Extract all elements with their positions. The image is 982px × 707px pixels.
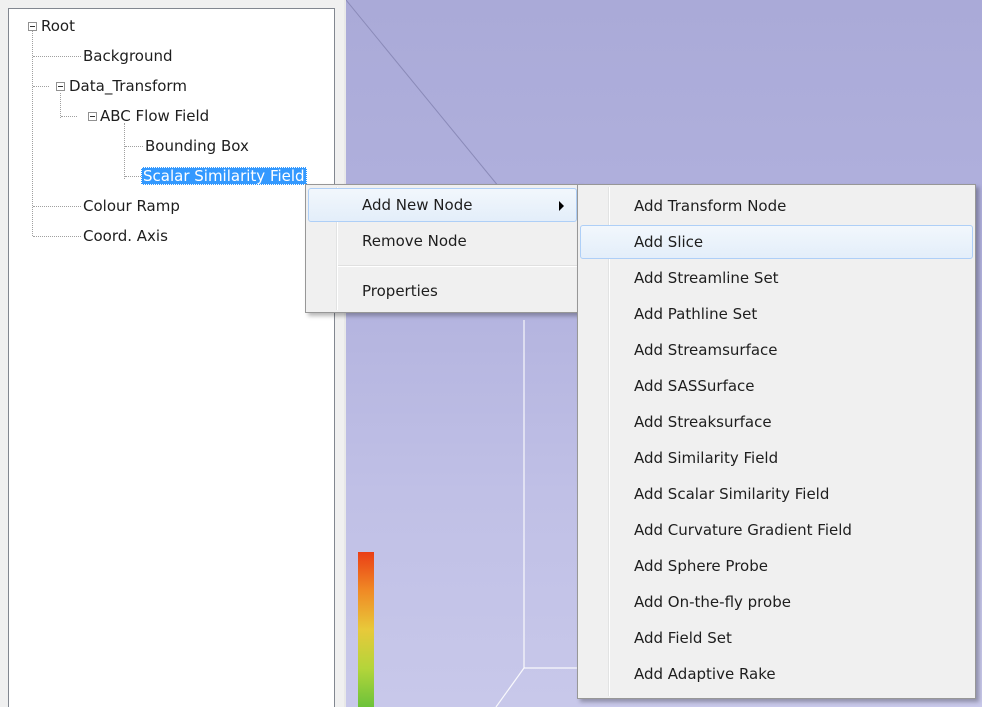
menu-item-add-curvature-gradient-field[interactable]: Add Curvature Gradient Field: [580, 513, 973, 547]
menu-item-add-streamline-set[interactable]: Add Streamline Set: [580, 261, 973, 295]
menu-separator: [338, 265, 577, 267]
menu-item-label: Add Transform Node: [634, 197, 787, 215]
add-node-submenu: Add Transform Node Add Slice Add Streaml…: [577, 184, 976, 699]
menu-item-label: Add Pathline Set: [634, 305, 758, 323]
collapse-toggle-icon[interactable]: [88, 112, 97, 121]
tree-connector: [61, 116, 77, 117]
menu-item-properties[interactable]: Properties: [308, 274, 577, 308]
tree-node-label: Scalar Similarity Field: [141, 167, 307, 185]
menu-item-add-field-set[interactable]: Add Field Set: [580, 621, 973, 655]
menu-item-add-adaptive-rake[interactable]: Add Adaptive Rake: [580, 657, 973, 691]
menu-item-label: Add Field Set: [634, 629, 732, 647]
tree-connector: [125, 176, 141, 177]
tree-node-label: Colour Ramp: [83, 197, 180, 215]
tree-connector: [33, 236, 81, 237]
tree-connector: [60, 93, 61, 118]
tree-node-scalar-similarity-field[interactable]: Scalar Similarity Field: [141, 165, 307, 187]
menu-item-label: Add Adaptive Rake: [634, 665, 776, 683]
tree-node-label: Data_Transform: [69, 77, 187, 95]
colour-ramp-bar: [358, 552, 374, 707]
menu-item-add-sassurface[interactable]: Add SASSurface: [580, 369, 973, 403]
menu-item-label: Add On-the-fly probe: [634, 593, 791, 611]
tree-connector: [124, 123, 125, 179]
tree-node-background[interactable]: Background: [81, 45, 175, 67]
tree-node-label: Coord. Axis: [83, 227, 168, 245]
tree-node-data-transform[interactable]: Data_Transform: [67, 75, 189, 97]
submenu-arrow-icon: [559, 201, 564, 211]
menu-item-label: Add Streamline Set: [634, 269, 779, 287]
tree-node-label: Background: [83, 47, 173, 65]
menu-item-label: Add Scalar Similarity Field: [634, 485, 830, 503]
menu-item-remove-node[interactable]: Remove Node: [308, 224, 577, 258]
menu-item-label: Properties: [362, 282, 438, 300]
tree-connector: [33, 56, 81, 57]
tree-node-label: Root: [41, 17, 75, 35]
tree-node-coord-axis[interactable]: Coord. Axis: [81, 225, 170, 247]
menu-item-add-streaksurface[interactable]: Add Streaksurface: [580, 405, 973, 439]
menu-item-label: Add New Node: [362, 196, 473, 214]
tree-node-colour-ramp[interactable]: Colour Ramp: [81, 195, 182, 217]
menu-item-add-pathline-set[interactable]: Add Pathline Set: [580, 297, 973, 331]
menu-item-label: Add Streaksurface: [634, 413, 772, 431]
scene-tree-panel[interactable]: Root Background Data_Transform ABC Flow …: [8, 8, 335, 707]
collapse-toggle-icon[interactable]: [28, 22, 37, 31]
menu-item-label: Add Similarity Field: [634, 449, 779, 467]
tree-node-label: ABC Flow Field: [100, 107, 210, 125]
tree-node-bounding-box[interactable]: Bounding Box: [143, 135, 251, 157]
menu-item-add-scalar-similarity-field[interactable]: Add Scalar Similarity Field: [580, 477, 973, 511]
menu-item-add-on-the-fly-probe[interactable]: Add On-the-fly probe: [580, 585, 973, 619]
tree-connector: [33, 86, 49, 87]
menu-item-label: Add Sphere Probe: [634, 557, 768, 575]
tree-node-root[interactable]: Root: [39, 15, 77, 37]
menu-item-add-new-node[interactable]: Add New Node: [308, 188, 577, 222]
tree-node-abc-flow-field[interactable]: ABC Flow Field: [98, 105, 211, 127]
menu-item-add-slice[interactable]: Add Slice: [580, 225, 973, 259]
tree-node-label: Bounding Box: [145, 137, 249, 155]
menu-item-label: Add Slice: [634, 233, 704, 251]
context-menu: Add New Node Remove Node Properties: [305, 184, 580, 313]
menu-item-label: Remove Node: [362, 232, 467, 250]
menu-item-label: Add SASSurface: [634, 377, 755, 395]
menu-item-add-similarity-field[interactable]: Add Similarity Field: [580, 441, 973, 475]
tree-connector: [33, 206, 81, 207]
menu-item-add-streamsurface[interactable]: Add Streamsurface: [580, 333, 973, 367]
tree-connector: [125, 146, 143, 147]
menu-item-label: Add Curvature Gradient Field: [634, 521, 852, 539]
menu-item-add-sphere-probe[interactable]: Add Sphere Probe: [580, 549, 973, 583]
menu-item-add-transform-node[interactable]: Add Transform Node: [580, 189, 973, 223]
collapse-toggle-icon[interactable]: [56, 82, 65, 91]
menu-item-label: Add Streamsurface: [634, 341, 778, 359]
